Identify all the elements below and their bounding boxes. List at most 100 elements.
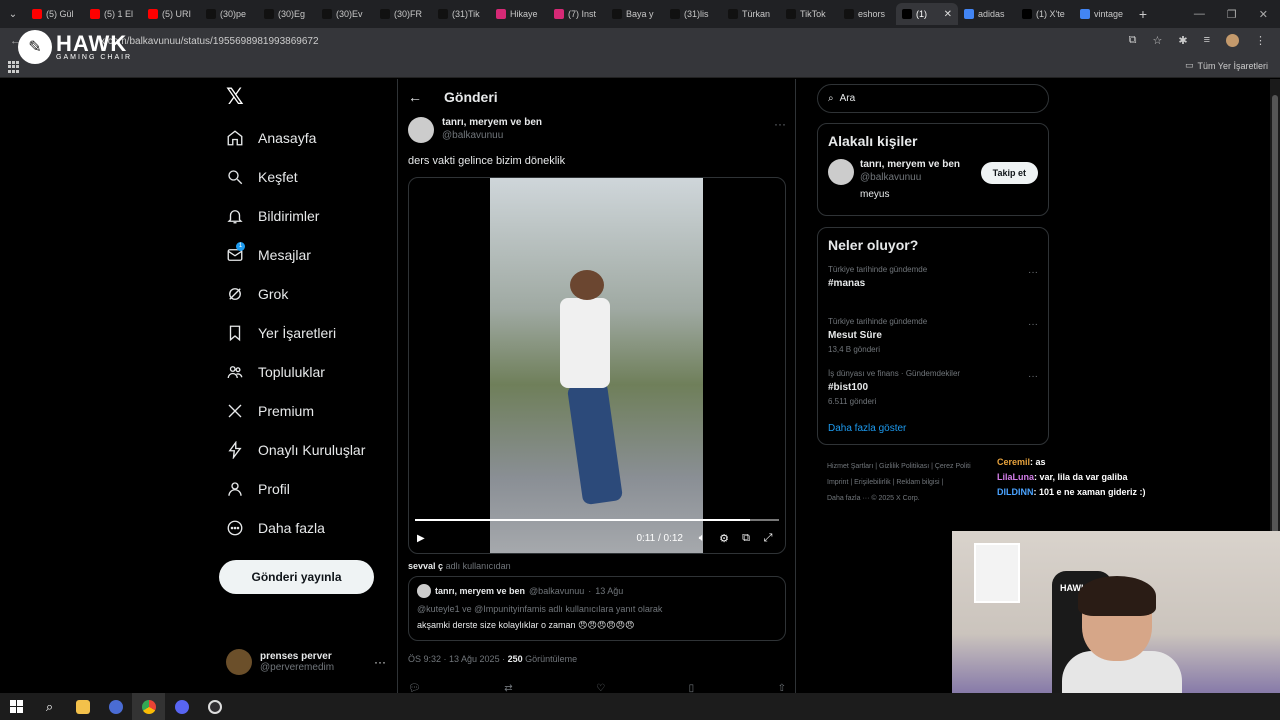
search-icon[interactable]: ⌕ bbox=[33, 693, 66, 720]
file-explorer-icon[interactable] bbox=[66, 693, 99, 720]
tab-label: TikTok bbox=[800, 9, 826, 19]
install-icon[interactable]: ⧉ bbox=[1129, 34, 1137, 47]
all-bookmarks[interactable]: ▭ Tüm Yer İşaretleri bbox=[1185, 60, 1268, 71]
url-field[interactable]: x.com/balkavunuu/status/1955698981993869… bbox=[100, 33, 319, 51]
retweet-icon[interactable]: ⇄ bbox=[504, 683, 512, 693]
video-figure-body bbox=[560, 298, 610, 388]
avatar[interactable] bbox=[408, 117, 434, 143]
chat-username: LilaLuna bbox=[997, 472, 1035, 482]
person-icon bbox=[226, 480, 244, 498]
fullscreen-icon[interactable]: ⤢ bbox=[757, 532, 779, 545]
browser-tab[interactable]: (5) 1 El bbox=[84, 3, 142, 25]
scrollbar-thumb[interactable] bbox=[1272, 95, 1278, 545]
x-logo-icon[interactable]: 𝕏 bbox=[226, 86, 246, 108]
app-icon[interactable] bbox=[99, 693, 132, 720]
obs-icon[interactable] bbox=[198, 693, 231, 720]
trend-item[interactable]: İş dünyası ve finans · Gündemdekiler #bis… bbox=[818, 365, 1048, 417]
browser-tab[interactable]: (1) X'te bbox=[1016, 3, 1074, 25]
chat-message: Ceremil: as bbox=[997, 455, 1146, 470]
browser-tab[interactable]: (30)Eg bbox=[258, 3, 316, 25]
nav-item-grok[interactable]: Grok bbox=[226, 285, 288, 303]
discord-icon[interactable] bbox=[165, 693, 198, 720]
tweet-handle[interactable]: @balkavunuu bbox=[442, 130, 542, 141]
more-dots-icon[interactable]: ··· bbox=[1028, 267, 1038, 278]
video-player[interactable]: ▶ 0:11 / 0:12 🔈︎ ⚙ ⧉ ⤢ bbox=[408, 177, 786, 554]
avatar bbox=[226, 649, 252, 675]
menu-icon[interactable]: ⋮ bbox=[1255, 34, 1266, 47]
nav-item-daha-fazla[interactable]: Daha fazla bbox=[226, 519, 325, 537]
new-tab-button[interactable]: + bbox=[1132, 6, 1154, 22]
start-button[interactable] bbox=[0, 693, 33, 720]
nav-item-bildirimler[interactable]: Bildirimler bbox=[226, 207, 319, 225]
browser-tab[interactable]: (30)pe bbox=[200, 3, 258, 25]
extensions-icon[interactable]: ✱ bbox=[1178, 34, 1187, 47]
footer-line[interactable]: Daha fazla ··· © 2025 X Corp. bbox=[827, 491, 1017, 507]
nav-item-mesajlar[interactable]: 1 Mesajlar bbox=[226, 242, 311, 264]
browser-tab[interactable]: (31)lis bbox=[664, 3, 722, 25]
maximize-button[interactable]: ❐ bbox=[1227, 8, 1237, 21]
browser-tab[interactable]: (1) ✕ bbox=[896, 3, 958, 25]
share-icon[interactable]: ⇧ bbox=[778, 683, 786, 693]
account-switcher[interactable]: prenses perver @perveremedim ··· bbox=[226, 649, 386, 675]
browser-tab[interactable]: (5) Gül bbox=[26, 3, 84, 25]
browser-tab[interactable]: Baya y bbox=[606, 3, 664, 25]
browser-tab[interactable]: (30)FR bbox=[374, 3, 432, 25]
tab-search-button[interactable]: ⌄ bbox=[0, 1, 26, 28]
footer-line[interactable]: Hizmet Şartları | Gizlilik Politikası | … bbox=[827, 459, 1017, 475]
nav-item-keşfet[interactable]: Keşfet bbox=[226, 168, 298, 186]
more-circle-icon bbox=[226, 519, 244, 537]
nav-item-premium[interactable]: Premium bbox=[226, 402, 314, 420]
more-dots-icon[interactable]: ··· bbox=[1028, 319, 1038, 330]
follow-button[interactable]: Takip et bbox=[980, 162, 1038, 184]
nav-item-onaylı-kuruluşlar[interactable]: Onaylı Kuruluşlar bbox=[226, 441, 365, 459]
back-arrow-icon[interactable]: ← bbox=[408, 89, 422, 105]
video-progress-bar[interactable] bbox=[415, 519, 779, 521]
trend-item[interactable]: Türkiye tarihinde gündemde #manas ··· bbox=[818, 261, 1048, 313]
trend-context: Türkiye tarihinde gündemde bbox=[828, 265, 928, 274]
tweet-author[interactable]: tanrı, meryem ve ben bbox=[442, 117, 542, 128]
reading-list-icon[interactable]: ≡ bbox=[1204, 34, 1210, 47]
tab-label: (30)Eg bbox=[278, 9, 306, 19]
post-button[interactable]: Gönderi yayınla bbox=[219, 560, 374, 594]
browser-tab[interactable]: (31)Tik bbox=[432, 3, 490, 25]
play-icon[interactable]: ▶ bbox=[417, 533, 429, 544]
reply-icon[interactable]: 💬︎ bbox=[408, 683, 421, 693]
browser-tab[interactable]: adidas bbox=[958, 3, 1016, 25]
nav-item-yer-i-şaretleri[interactable]: Yer İşaretleri bbox=[226, 324, 336, 342]
close-tab-icon[interactable]: ✕ bbox=[944, 9, 952, 20]
show-more-link[interactable]: Daha fazla göster bbox=[818, 417, 1048, 444]
volume-icon[interactable]: 🔈︎ bbox=[691, 532, 713, 545]
browser-tab[interactable]: vintage bbox=[1074, 3, 1132, 25]
footer-line[interactable]: Imprint | Erişilebilirlik | Reklam bilgi… bbox=[827, 475, 1017, 491]
more-dots-icon[interactable]: ··· bbox=[374, 655, 386, 669]
tweet-timestamp[interactable]: ÖS 9:32 · 13 Ağu 2025 · bbox=[408, 654, 505, 664]
bookmark-icon[interactable]: ▯ bbox=[689, 683, 695, 693]
browser-tab[interactable]: TikTok bbox=[780, 3, 838, 25]
browser-tab[interactable]: Hikaye bbox=[490, 3, 548, 25]
browser-tab[interactable]: eshors bbox=[838, 3, 896, 25]
quoted-tweet[interactable]: tanrı, meryem ve ben @balkavunuu · 13 Ağ… bbox=[408, 576, 786, 641]
video-frame[interactable] bbox=[490, 178, 703, 553]
nav-item-profil[interactable]: Profil bbox=[226, 480, 290, 498]
more-dots-icon[interactable]: ··· bbox=[774, 117, 786, 143]
star-icon[interactable]: ☆ bbox=[1152, 34, 1162, 47]
like-icon[interactable]: ♡ bbox=[596, 683, 605, 693]
search-input[interactable]: ⌕ Ara bbox=[817, 84, 1049, 113]
nav-item-anasayfa[interactable]: Anasayfa bbox=[226, 129, 316, 147]
settings-gear-icon[interactable]: ⚙ bbox=[713, 532, 735, 545]
trend-item[interactable]: Türkiye tarihinde gündemde Mesut Süre 13,4… bbox=[818, 313, 1048, 365]
avatar bbox=[417, 584, 431, 598]
related-person[interactable]: tanrı, meryem ve ben @balkavunuu meyus T… bbox=[818, 149, 1048, 200]
browser-tab[interactable]: (30)Ev bbox=[316, 3, 374, 25]
close-window-button[interactable]: ✕ bbox=[1259, 8, 1268, 21]
chrome-icon[interactable] bbox=[132, 693, 165, 720]
browser-tab[interactable]: (7) Inst bbox=[548, 3, 606, 25]
browser-tab[interactable]: Türkan bbox=[722, 3, 780, 25]
pip-icon[interactable]: ⧉ bbox=[735, 532, 757, 545]
minimize-button[interactable]: — bbox=[1194, 8, 1205, 21]
quoted-by-user[interactable]: sevval ç bbox=[408, 561, 443, 571]
nav-item-topluluklar[interactable]: Topluluklar bbox=[226, 363, 325, 381]
profile-avatar[interactable] bbox=[1226, 34, 1239, 47]
more-dots-icon[interactable]: ··· bbox=[1028, 371, 1038, 382]
browser-tab[interactable]: (5) URI bbox=[142, 3, 200, 25]
